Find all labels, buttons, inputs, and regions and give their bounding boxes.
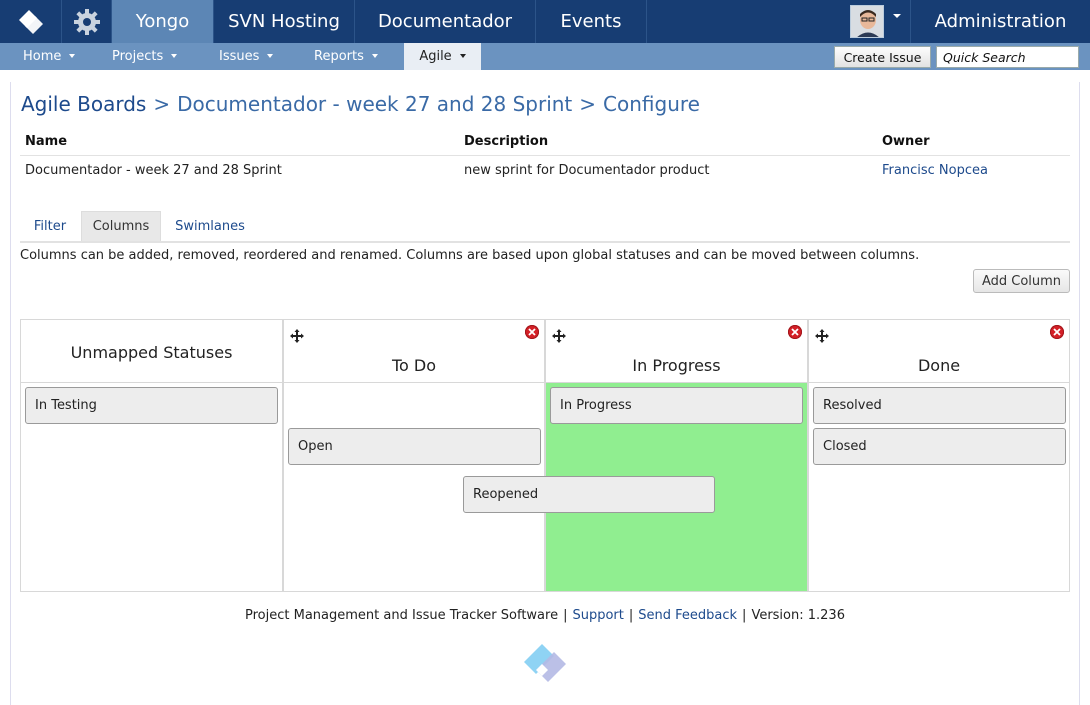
gear-icon — [73, 8, 100, 35]
create-issue-button[interactable]: Create Issue — [834, 46, 931, 68]
footer-separator: | — [628, 608, 634, 623]
footer: Project Management and Issue Tracker Sof… — [0, 608, 1090, 623]
breadcrumb-separator: > — [579, 92, 597, 116]
tab-swimlanes[interactable]: Swimlanes — [162, 211, 258, 241]
footer-separator: | — [742, 608, 747, 623]
info-divider — [20, 155, 1070, 156]
chevron-down-icon — [371, 53, 378, 58]
column-title: To Do — [391, 356, 437, 375]
board-column-in-progress: In Progress In Progress — [545, 319, 808, 592]
description-header: Description — [464, 134, 549, 149]
remove-column-icon[interactable] — [788, 325, 802, 339]
status-card-in-testing[interactable]: In Testing — [25, 387, 278, 424]
tab-filter[interactable]: Filter — [20, 211, 80, 241]
owner-header: Owner — [882, 134, 930, 149]
move-icon[interactable] — [814, 328, 830, 344]
remove-column-icon[interactable] — [1050, 325, 1064, 339]
name-header: Name — [25, 134, 68, 149]
move-icon[interactable] — [551, 328, 567, 344]
close-icon — [1053, 328, 1061, 336]
status-card-in-progress[interactable]: In Progress — [550, 387, 803, 424]
footer-logo-icon — [524, 644, 566, 682]
unmapped-statuses-column: Unmapped Statuses In Testing — [20, 319, 283, 592]
version-text: Version: 1.236 — [751, 608, 845, 623]
board-column-done: Done Resolved Closed — [808, 319, 1070, 592]
support-link[interactable]: Support — [572, 608, 623, 623]
user-menu-caret-icon[interactable] — [893, 14, 901, 18]
column-title: In Progress — [632, 356, 721, 375]
chevron-down-icon — [69, 53, 76, 58]
menu-projects-label: Projects — [112, 49, 164, 64]
remove-column-icon[interactable] — [525, 325, 539, 339]
close-icon — [791, 328, 799, 336]
chevron-down-icon — [171, 53, 178, 58]
status-card-resolved[interactable]: Resolved — [813, 387, 1066, 424]
add-column-button[interactable]: Add Column — [973, 269, 1070, 293]
breadcrumb-separator: > — [153, 92, 171, 116]
app-logo[interactable] — [0, 0, 62, 43]
tab-events[interactable]: Events — [536, 0, 647, 43]
breadcrumb-page-title: Configure — [603, 92, 700, 116]
menu-home-label: Home — [23, 49, 62, 64]
move-icon[interactable] — [289, 328, 305, 344]
column-title: Unmapped Statuses — [70, 343, 233, 362]
tab-svn-hosting[interactable]: SVN Hosting — [214, 0, 355, 43]
menu-issues[interactable]: Issues — [219, 43, 274, 70]
tab-yongo[interactable]: Yongo — [112, 0, 214, 43]
logo-icon — [18, 9, 43, 34]
chevron-down-icon — [459, 53, 466, 58]
board-name-value: Documentador - week 27 and 28 Sprint — [25, 163, 282, 178]
board-owner-link[interactable]: Francisc Nopcea — [882, 163, 988, 178]
status-card-open[interactable]: Open — [288, 428, 541, 465]
menu-home[interactable]: Home — [23, 43, 76, 70]
menu-projects[interactable]: Projects — [112, 43, 178, 70]
status-card-reopened-dragging[interactable]: Reopened — [463, 476, 715, 513]
column-header: Done — [809, 320, 1069, 383]
menu-issues-label: Issues — [219, 49, 260, 64]
column-header: Unmapped Statuses — [21, 320, 282, 383]
menu-agile[interactable]: Agile — [404, 43, 481, 70]
breadcrumb: Agile Boards > Documentador - week 27 and … — [21, 92, 700, 120]
menu-agile-label: Agile — [419, 49, 452, 64]
column-header: To Do — [284, 320, 544, 383]
board-column-to-do: To Do Open — [283, 319, 545, 592]
send-feedback-link[interactable]: Send Feedback — [638, 608, 737, 623]
status-card-closed[interactable]: Closed — [813, 428, 1066, 465]
footer-separator: | — [563, 608, 568, 623]
administration-link[interactable]: Administration — [910, 0, 1090, 43]
tabs-divider — [20, 241, 1070, 243]
chevron-down-icon — [267, 53, 274, 58]
board-description-value: new sprint for Documentador product — [464, 163, 710, 178]
menu-reports-label: Reports — [314, 49, 364, 64]
breadcrumb-agile-boards-link[interactable]: Agile Boards — [21, 92, 146, 116]
menu-reports[interactable]: Reports — [314, 43, 378, 70]
user-avatar[interactable] — [850, 5, 884, 38]
avatar-image — [851, 6, 883, 37]
column-header: In Progress — [546, 320, 807, 383]
top-navigation-bar: Yongo SVN Hosting Documentador Events Ad… — [0, 0, 1090, 43]
quick-search-input[interactable] — [936, 46, 1079, 68]
breadcrumb-board-link[interactable]: Documentador - week 27 and 28 Sprint — [177, 92, 572, 116]
footer-text: Project Management and Issue Tracker Sof… — [245, 608, 559, 623]
settings-button[interactable] — [62, 0, 112, 43]
column-title: Done — [917, 356, 961, 375]
tab-columns[interactable]: Columns — [81, 211, 161, 241]
tab-documentador[interactable]: Documentador — [355, 0, 536, 43]
close-icon — [528, 328, 536, 336]
columns-description: Columns can be added, removed, reordered… — [20, 248, 920, 263]
